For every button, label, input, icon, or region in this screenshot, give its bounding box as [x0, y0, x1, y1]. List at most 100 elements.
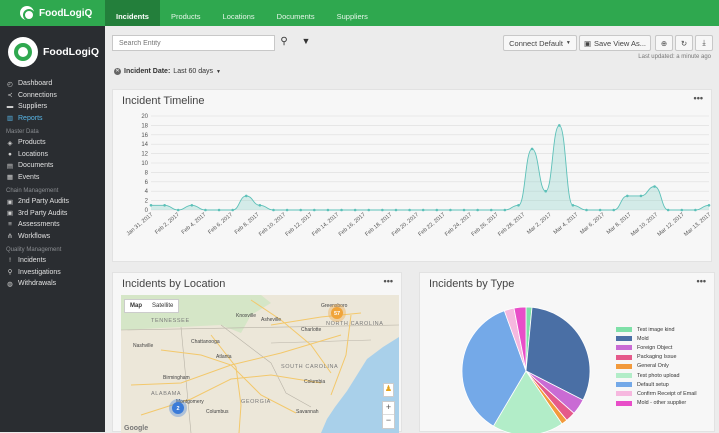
- data-point[interactable]: [408, 208, 411, 212]
- data-point[interactable]: [299, 208, 303, 212]
- data-point[interactable]: [680, 208, 684, 212]
- brand[interactable]: FoodLogiQ: [0, 0, 105, 26]
- sidebar-item-label: Investigations: [18, 268, 61, 276]
- tab-incidents[interactable]: Incidents: [105, 0, 160, 26]
- sidebar-item-events[interactable]: ▦ Events: [0, 172, 105, 184]
- data-point[interactable]: [149, 204, 153, 207]
- zoom-out-button[interactable]: −: [383, 415, 394, 428]
- search-icon[interactable]: ⚲: [278, 36, 290, 50]
- sidebar-item-reports[interactable]: ▥ Reports: [0, 113, 105, 125]
- sidebar-brand[interactable]: FoodLogiQ: [0, 26, 105, 78]
- data-point[interactable]: [421, 208, 425, 212]
- data-point[interactable]: [394, 208, 398, 212]
- data-point[interactable]: [585, 208, 588, 212]
- card-menu-icon[interactable]: •••: [697, 276, 706, 286]
- sidebar-item-withdrawals[interactable]: ◍ Withdrawals: [0, 278, 105, 290]
- legend-item[interactable]: Test image kind: [616, 325, 716, 334]
- save-view-button[interactable]: ▣ Save View As...: [579, 35, 651, 51]
- legend-item[interactable]: Default setup: [616, 380, 716, 389]
- data-point[interactable]: [653, 185, 656, 188]
- sidebar-item-3rd-party-audits[interactable]: ▣ 3rd Party Audits: [0, 208, 105, 220]
- data-point[interactable]: [435, 208, 439, 212]
- legend-item[interactable]: Confirm Receipt of Email: [616, 389, 716, 398]
- data-point[interactable]: [694, 208, 697, 212]
- truck-icon: ▬: [6, 103, 14, 111]
- filter-icon[interactable]: ▼: [300, 36, 312, 50]
- legend-label: Mold - other supplier: [637, 400, 687, 407]
- map-canvas[interactable]: TENNESSEEGreensboroAshevilleCharlotteNOR…: [121, 295, 399, 433]
- search-input[interactable]: [112, 35, 275, 51]
- legend-item[interactable]: Mold - other supplier: [616, 399, 716, 408]
- sidebar-item-workflows[interactable]: ⋔ Workflows: [0, 231, 105, 243]
- map-type-satellite[interactable]: Satellite: [147, 300, 178, 312]
- connect-default-button[interactable]: Connect Default ▼: [503, 35, 577, 51]
- data-point[interactable]: [503, 208, 507, 212]
- data-point[interactable]: [557, 124, 561, 127]
- data-point[interactable]: [462, 208, 466, 212]
- add-button[interactable]: ⊕: [655, 35, 673, 51]
- download-button[interactable]: ⤓: [695, 35, 713, 51]
- legend-item[interactable]: Mold: [616, 334, 716, 343]
- data-point[interactable]: [353, 208, 357, 212]
- sidebar-item-documents[interactable]: ▤ Documents: [0, 160, 105, 172]
- sidebar-item-assessments[interactable]: ≡ Assessments: [0, 219, 105, 231]
- data-point[interactable]: [666, 208, 670, 212]
- data-point[interactable]: [381, 208, 384, 212]
- data-point[interactable]: [449, 208, 452, 212]
- sidebar-item-investigations[interactable]: ⚲ Investigations: [0, 267, 105, 279]
- data-point[interactable]: [367, 208, 371, 212]
- street-view-pegman-icon[interactable]: ♟: [383, 383, 394, 397]
- incident-map[interactable]: TENNESSEE Greensboro Asheville Charlotte NOR…: [121, 295, 399, 433]
- legend-item[interactable]: General Only: [616, 362, 716, 371]
- data-point[interactable]: [204, 208, 207, 212]
- map-type-map[interactable]: Map: [125, 300, 147, 312]
- legend-item[interactable]: Foreign Object: [616, 343, 716, 352]
- data-point[interactable]: [313, 208, 316, 212]
- sidebar-item-label: Incidents: [18, 257, 47, 265]
- sidebar-item-locations[interactable]: ● Locations: [0, 149, 105, 161]
- data-point[interactable]: [517, 204, 520, 207]
- data-point[interactable]: [476, 208, 479, 212]
- data-point[interactable]: [217, 208, 221, 212]
- data-point[interactable]: [326, 208, 330, 212]
- zoom-in-button[interactable]: +: [383, 402, 394, 415]
- remove-filter-icon[interactable]: ✕: [114, 68, 121, 75]
- incident-date-filter[interactable]: ✕ Incident Date: Last 60 days ▼: [114, 68, 221, 75]
- legend-item[interactable]: Packaging Issue: [616, 353, 716, 362]
- tab-products[interactable]: Products: [160, 0, 212, 26]
- tab-documents[interactable]: Documents: [266, 0, 326, 26]
- sidebar-item-incidents[interactable]: ! Incidents: [0, 255, 105, 267]
- data-point[interactable]: [639, 194, 643, 198]
- tab-locations[interactable]: Locations: [212, 0, 266, 26]
- refresh-button[interactable]: ↻: [675, 35, 693, 51]
- data-point[interactable]: [544, 189, 547, 193]
- sidebar-item-dashboard[interactable]: ◴ Dashboard: [0, 78, 105, 90]
- legend-label: Test photo upload: [637, 372, 680, 379]
- data-point[interactable]: [612, 208, 616, 212]
- data-point[interactable]: [285, 208, 289, 212]
- data-point[interactable]: [244, 194, 248, 198]
- data-point[interactable]: [272, 208, 275, 212]
- data-point[interactable]: [626, 194, 629, 198]
- legend-item[interactable]: Test photo upload: [616, 371, 716, 380]
- data-point[interactable]: [190, 204, 194, 207]
- data-point[interactable]: [258, 204, 262, 207]
- data-point[interactable]: [163, 204, 166, 207]
- map-type-toggle[interactable]: Map Satellite: [124, 299, 180, 313]
- data-point[interactable]: [571, 204, 575, 207]
- sidebar-item-connections[interactable]: ≺ Connections: [0, 90, 105, 102]
- data-point[interactable]: [340, 208, 343, 212]
- sidebar-item-2nd-party-audits[interactable]: ▣ 2nd Party Audits: [0, 196, 105, 208]
- data-point[interactable]: [598, 208, 602, 212]
- data-point[interactable]: [489, 208, 493, 212]
- data-point[interactable]: [707, 204, 711, 207]
- sidebar-item-products[interactable]: ◈ Products: [0, 137, 105, 149]
- data-point[interactable]: [530, 147, 534, 151]
- sidebar-item-suppliers[interactable]: ▬ Suppliers: [0, 101, 105, 113]
- data-point[interactable]: [231, 208, 234, 212]
- map-label: GEORGIA: [241, 399, 271, 405]
- data-point[interactable]: [176, 208, 180, 212]
- x-tick-label: Mar 4, 2017: [553, 212, 580, 236]
- card-menu-icon[interactable]: •••: [384, 276, 393, 286]
- tab-suppliers[interactable]: Suppliers: [326, 0, 379, 26]
